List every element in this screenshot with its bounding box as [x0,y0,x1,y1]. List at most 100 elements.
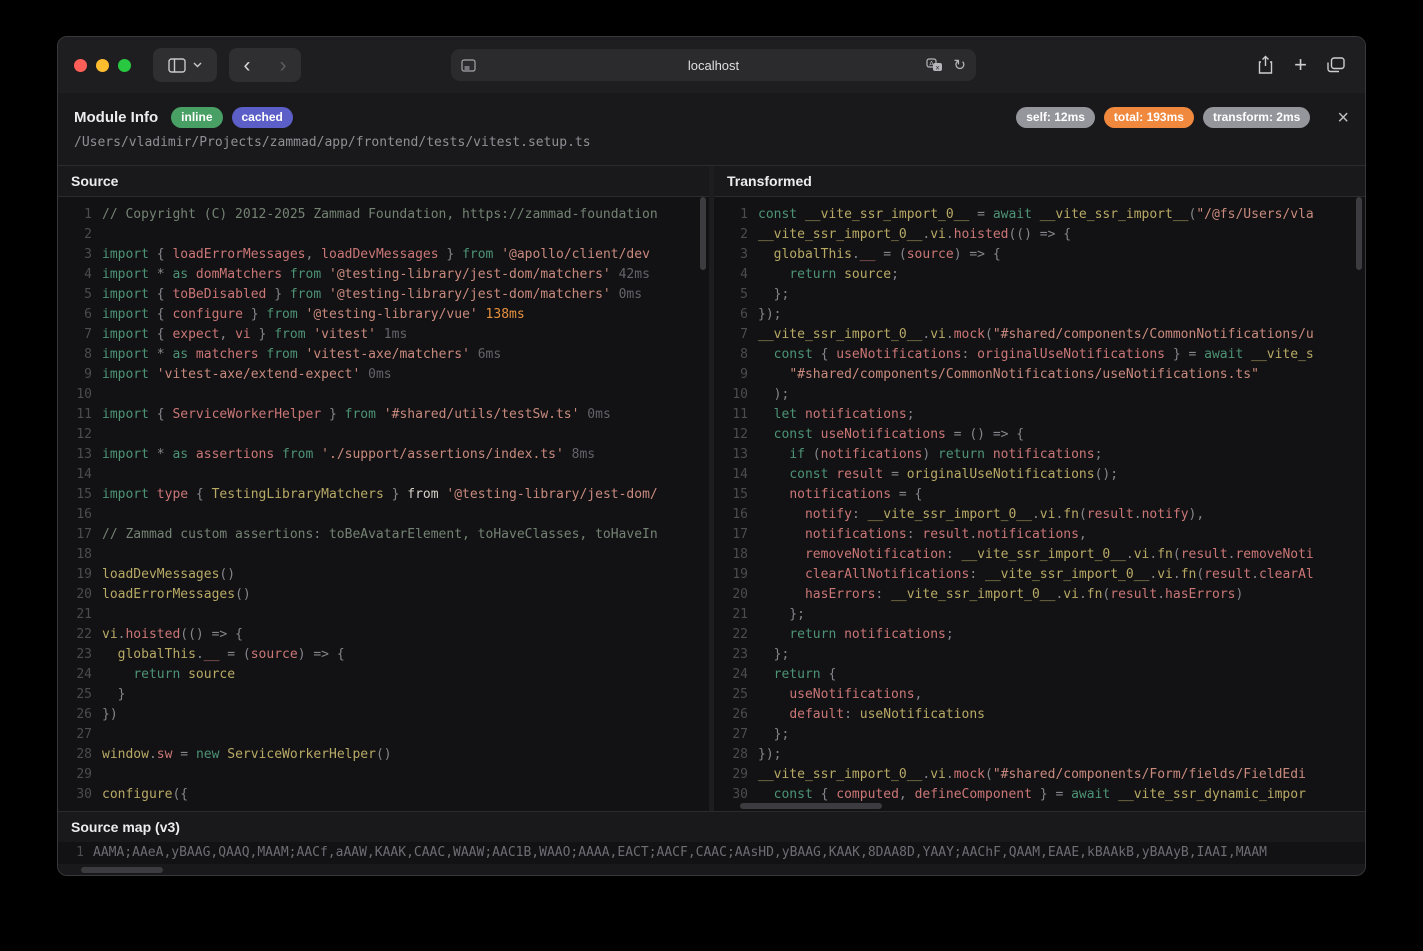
close-panel-button[interactable]: × [1337,108,1349,128]
transformed-panel: Transformed 1const __vite_ssr_import_0__… [714,166,1365,811]
source-code-line: 19loadDevMessages() [58,565,709,585]
source-code-line: 12 [58,425,709,445]
transformed-vertical-scrollbar[interactable] [1356,197,1362,270]
transformed-code-line: 9 "#shared/components/CommonNotification… [714,365,1365,385]
transformed-panel-title: Transformed [714,166,1365,197]
source-code-line: 25 } [58,685,709,705]
source-code-line: 21 [58,605,709,625]
sourcemap-mappings: AAMA;AAeA,yBAAG,QAAQ,MAAM;AACf,aAAW,KAAK… [84,842,1267,864]
sourcemap-title: Source map (v3) [58,812,1365,842]
svg-text:x: x [936,63,940,71]
timing-badge-self: self: 12ms [1016,107,1095,128]
source-code-line: 7import { expect, vi } from 'vitest' 1ms [58,325,709,345]
source-code-line: 22vi.hoisted(() => { [58,625,709,645]
transformed-code-line: 15 notifications = { [714,485,1365,505]
transformed-horizontal-scrollbar[interactable] [740,803,882,809]
transformed-code[interactable]: 1const __vite_ssr_import_0__ = await __v… [714,197,1365,811]
url-text: localhost [451,58,976,73]
forward-button[interactable]: › [265,48,301,82]
source-code-line: 1// Copyright (C) 2012-2025 Zammad Found… [58,205,709,225]
sidebar-icon [168,58,186,73]
source-code-line: 9import 'vitest-axe/extend-expect' 0ms [58,365,709,385]
source-code-line: 18 [58,545,709,565]
browser-titlebar: ‹ › localhost x A [58,37,1365,93]
page-settings-icon[interactable] [461,59,476,72]
sourcemap-line-number: 1 [58,842,84,864]
timing-badge-transform: transform: 2ms [1203,107,1310,128]
source-code-line: 2 [58,225,709,245]
source-code-line: 11import { ServiceWorkerHelper } from '#… [58,405,709,425]
transformed-code-line: 7__vite_ssr_import_0__.vi.mock("#shared/… [714,325,1365,345]
transformed-code-line: 22 return notifications; [714,625,1365,645]
source-code-line: 29 [58,765,709,785]
code-panels: Source 1// Copyright (C) 2012-2025 Zamma… [58,165,1365,811]
translate-icon[interactable]: x A [926,58,943,72]
source-code-line: 6import { configure } from '@testing-lib… [58,305,709,325]
transformed-code-line: 8 const { useNotifications: originalUseN… [714,345,1365,365]
source-code-line: 8import * as matchers from 'vitest-axe/m… [58,345,709,365]
transformed-code-line: 24 return { [714,665,1365,685]
source-code-line: 16 [58,505,709,525]
transformed-code-line: 19 clearAllNotifications: __vite_ssr_imp… [714,565,1365,585]
transformed-code-line: 25 useNotifications, [714,685,1365,705]
transformed-code-line: 21 }; [714,605,1365,625]
transformed-code-line: 30 const { computed, defineComponent } =… [714,785,1365,805]
address-bar[interactable]: localhost x A ↻ [451,49,976,81]
transformed-code-line: 27 }; [714,725,1365,745]
back-button[interactable]: ‹ [229,48,265,82]
source-code-line: 20loadErrorMessages() [58,585,709,605]
source-code-line: 15import type { TestingLibraryMatchers }… [58,485,709,505]
address-bar-actions: x A ↻ [926,56,966,74]
transformed-code-line: 18 removeNotification: __vite_ssr_import… [714,545,1365,565]
transformed-code-line: 5 }; [714,285,1365,305]
minimize-window-button[interactable] [96,59,109,72]
sourcemap-line: 1 AAMA;AAeA,yBAAG,QAAQ,MAAM;AACf,aAAW,KA… [58,842,1365,864]
source-code-line: 5import { toBeDisabled } from '@testing-… [58,285,709,305]
tab-overview-icon[interactable] [1327,57,1345,73]
source-code-line: 23 globalThis.__ = (source) => { [58,645,709,665]
module-file-path: /Users/vladimir/Projects/zammad/app/fron… [74,135,1349,150]
transformed-code-line: 29__vite_ssr_import_0__.vi.mock("#shared… [714,765,1365,785]
sidebar-toggle-button[interactable] [153,48,217,82]
zoom-window-button[interactable] [118,59,131,72]
source-vertical-scrollbar[interactable] [700,197,706,270]
transformed-code-line: 23 }; [714,645,1365,665]
page-title: Module Info [74,109,158,126]
source-code-line: 28window.sw = new ServiceWorkerHelper() [58,745,709,765]
transformed-code-line: 3 globalThis.__ = (source) => { [714,245,1365,265]
transformed-code-line: 4 return source; [714,265,1365,285]
source-panel: Source 1// Copyright (C) 2012-2025 Zamma… [58,166,709,811]
source-code-line: 30configure({ [58,785,709,805]
nav-buttons: ‹ › [229,48,301,82]
source-code-line: 14 [58,465,709,485]
share-icon[interactable] [1257,55,1274,75]
source-code-line: 24 return source [58,665,709,685]
source-code-line: 17// Zammad custom assertions: toBeAvata… [58,525,709,545]
reload-icon[interactable]: ↻ [953,56,966,74]
source-code-line: 27 [58,725,709,745]
transformed-code-line: 1const __vite_ssr_import_0__ = await __v… [714,205,1365,225]
source-code-line: 10 [58,385,709,405]
source-code[interactable]: 1// Copyright (C) 2012-2025 Zammad Found… [58,197,709,811]
transformed-code-line: 11 let notifications; [714,405,1365,425]
transformed-code-line: 6}); [714,305,1365,325]
titlebar-right-actions: + [1257,37,1345,93]
transformed-code-line: 2__vite_ssr_import_0__.vi.hoisted(() => … [714,225,1365,245]
transformed-code-line: 14 const result = originalUseNotificatio… [714,465,1365,485]
transformed-code-line: 28}); [714,745,1365,765]
badge-inline: inline [171,107,222,128]
svg-text:A: A [930,60,935,68]
traffic-lights [74,59,131,72]
source-code-line: 3import { loadErrorMessages, loadDevMess… [58,245,709,265]
source-code-line: 26}) [58,705,709,725]
sourcemap-section: Source map (v3) 1 AAMA;AAeA,yBAAG,QAAQ,M… [58,811,1365,876]
transformed-code-line: 10 ); [714,385,1365,405]
source-panel-title: Source [58,166,709,197]
transformed-code-line: 20 hasErrors: __vite_ssr_import_0__.vi.f… [714,585,1365,605]
transformed-code-line: 12 const useNotifications = () => { [714,425,1365,445]
transformed-code-line: 16 notify: __vite_ssr_import_0__.vi.fn(r… [714,505,1365,525]
new-tab-button[interactable]: + [1294,54,1307,76]
badge-cached: cached [232,107,293,128]
sourcemap-horizontal-scrollbar[interactable] [81,867,163,873]
close-window-button[interactable] [74,59,87,72]
